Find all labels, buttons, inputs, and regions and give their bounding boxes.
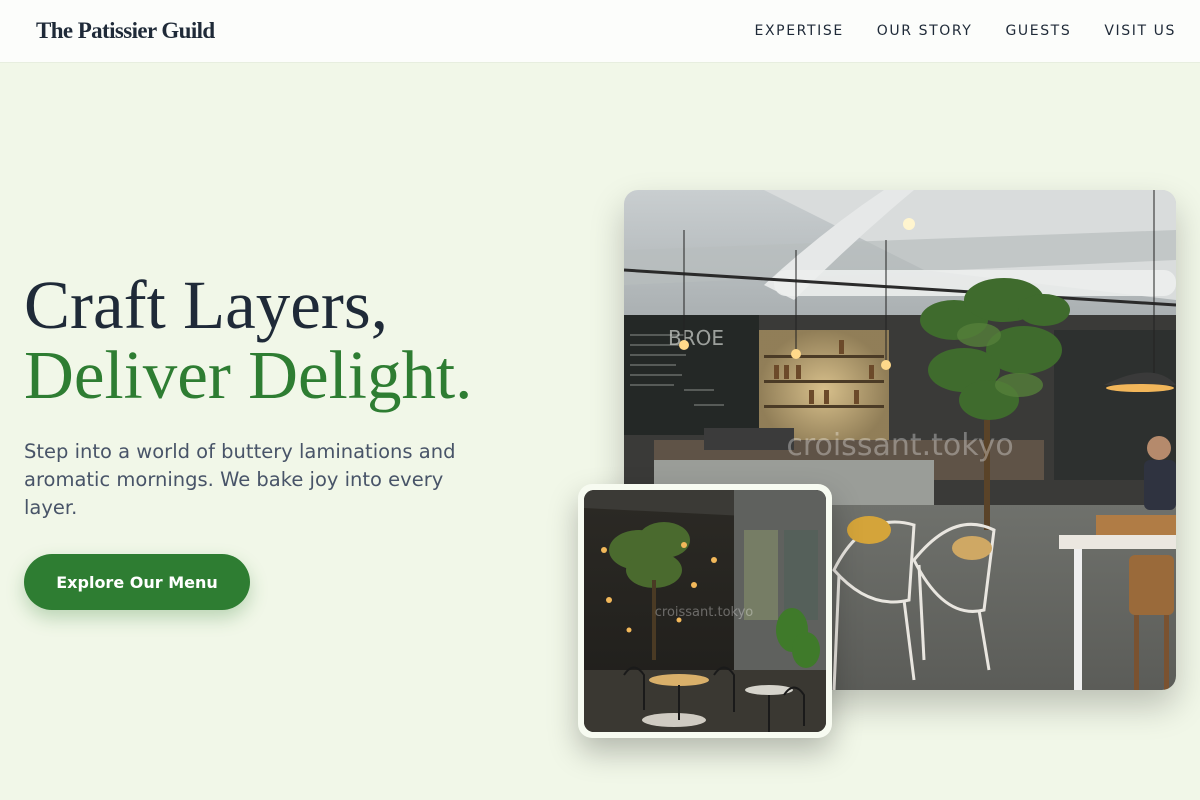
hero-headline-line-2: Deliver Delight. <box>24 337 473 413</box>
nav-link-guests[interactable]: GUESTS <box>1005 23 1071 39</box>
terrace-photo: croissant.tokyo <box>584 490 826 732</box>
main-photo-watermark: croissant.tokyo <box>786 428 1013 463</box>
nav-link-expertise[interactable]: EXPERTISE <box>755 23 844 39</box>
terrace-photo-frame: croissant.tokyo <box>578 484 832 738</box>
small-photo-watermark: croissant.tokyo <box>655 605 754 620</box>
brand-logo[interactable]: The Patissier Guild <box>36 18 215 44</box>
nav-link-our-story[interactable]: OUR STORY <box>877 23 973 39</box>
hero-headline: Craft Layers, Deliver Delight. <box>24 270 472 410</box>
hero-lead-text: Step into a world of buttery laminations… <box>24 440 456 519</box>
terrace-illustration: croissant.tokyo <box>584 490 826 732</box>
nav-links: EXPERTISE OUR STORY GUESTS VISIT US <box>755 23 1176 39</box>
top-navigation-bar: The Patissier Guild EXPERTISE OUR STORY … <box>0 0 1200 63</box>
svg-text:BROE: BROE <box>668 326 724 350</box>
hero-headline-line-1: Craft Layers, <box>24 267 389 343</box>
explore-menu-button[interactable]: Explore Our Menu <box>24 554 250 610</box>
nav-link-visit-us[interactable]: VISIT US <box>1104 23 1176 39</box>
